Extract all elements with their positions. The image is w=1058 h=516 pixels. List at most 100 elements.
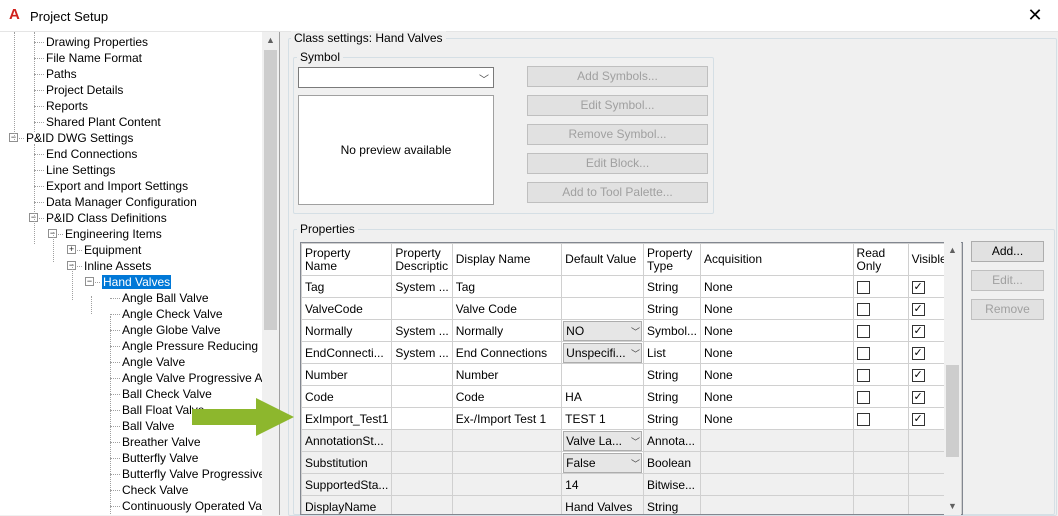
tree-item[interactable]: Shared Plant Content [46, 114, 161, 130]
grid-scroll-thumb[interactable] [946, 365, 959, 457]
cell-default[interactable] [561, 363, 644, 386]
cell-type[interactable]: String [642, 495, 702, 514]
tree-item[interactable]: P&ID Class Definitions [46, 210, 167, 226]
cell-default[interactable]: False ﹀ [561, 451, 644, 474]
column-header[interactable]: Acquisition [700, 243, 854, 276]
tree-item[interactable]: Project Details [46, 82, 123, 98]
cell-name[interactable]: AnnotationSt... [301, 429, 393, 452]
cell-display[interactable]: Ex-/Import Test 1 [451, 407, 563, 430]
tree-item[interactable]: Angle Check Valve [122, 306, 223, 322]
tree-item[interactable]: Continuously Operated Valve [122, 498, 277, 514]
checked-checkbox-icon[interactable]: ✓ [911, 390, 925, 404]
chevron-down-icon[interactable]: ﹀ [627, 455, 643, 473]
remove-symbol-button[interactable]: Remove Symbol... [527, 124, 708, 145]
cell-type[interactable]: String [642, 275, 702, 298]
tree-item[interactable]: Check Valve [122, 482, 188, 498]
scroll-down-icon[interactable]: ▼ [944, 498, 961, 515]
table-row[interactable]: AnnotationSt... Valve La... ﹀ Annota... [301, 429, 962, 452]
cell-name[interactable]: ExImport_Test1 [301, 407, 393, 430]
table-row[interactable]: Number Number String None ✓ [301, 363, 962, 386]
cell-default[interactable] [561, 297, 644, 320]
cell-read-only[interactable] [852, 385, 909, 408]
cell-default[interactable] [561, 275, 644, 298]
tree-item[interactable]: Butterfly Valve Progressive Ad [122, 466, 279, 482]
table-row[interactable]: SupportedSta... 14 Bitwise... [301, 473, 962, 496]
cell-name[interactable]: EndConnecti... [301, 341, 393, 364]
tree-item[interactable]: Drawing Properties [46, 34, 148, 50]
checked-checkbox-icon[interactable]: ✓ [911, 346, 925, 360]
column-header[interactable]: Read Only [852, 243, 909, 276]
cell-acq[interactable]: None [700, 385, 854, 408]
add-property-button[interactable]: Add... [971, 241, 1044, 262]
scroll-up-icon[interactable]: ▲ [262, 32, 279, 49]
cell-display[interactable]: Number [451, 363, 563, 386]
table-row[interactable]: Code Code HA String None ✓ [301, 385, 962, 408]
cell-display[interactable]: End Connections [451, 341, 563, 364]
cell-name[interactable]: Substitution [301, 451, 393, 474]
cell-acq[interactable]: None [700, 297, 854, 320]
table-row[interactable]: Substitution False ﹀ Boolean [301, 451, 962, 474]
table-row[interactable]: EndConnecti... System ... End Connections U… [301, 341, 962, 364]
tree-item[interactable]: Inline Assets [84, 258, 151, 274]
cell-read-only[interactable] [852, 319, 909, 342]
cell-display[interactable] [451, 495, 563, 514]
cell-name[interactable]: ValveCode [301, 297, 393, 320]
cell-desc[interactable] [391, 297, 453, 320]
tree-item[interactable]: Angle Valve [122, 354, 185, 370]
table-row[interactable]: DisplayName Hand Valves String [301, 495, 962, 514]
close-icon[interactable]: ✕ [1012, 0, 1058, 31]
cell-default[interactable]: Hand Valves [561, 495, 644, 514]
cell-type[interactable]: Bitwise... [642, 473, 702, 496]
tree-item[interactable]: Reports [46, 98, 88, 114]
cell-read-only[interactable] [852, 495, 909, 514]
symbol-dropdown[interactable]: ﹀ [298, 67, 494, 88]
tree-item[interactable]: Ball Valve [122, 418, 174, 434]
cell-desc[interactable]: System ... [391, 341, 453, 364]
cell-name[interactable]: Number [301, 363, 393, 386]
default-value-combo[interactable]: False ﹀ [563, 452, 643, 473]
cell-default[interactable]: 14 [561, 473, 644, 496]
cell-read-only[interactable] [852, 429, 909, 452]
cell-type[interactable]: List [642, 341, 702, 364]
default-value-combo[interactable]: Valve La... ﹀ [563, 430, 642, 451]
default-value-combo[interactable]: NO ﹀ [563, 320, 642, 341]
cell-name[interactable]: Code [301, 385, 393, 408]
tree-scrollbar[interactable]: ▲ [262, 32, 279, 515]
tree-item[interactable]: File Name Format [46, 50, 142, 66]
cell-type[interactable]: String [642, 407, 702, 430]
checked-checkbox-icon[interactable]: ✓ [911, 368, 925, 382]
checked-checkbox-icon[interactable]: ✓ [911, 412, 925, 426]
add-to-tool-palette-button[interactable]: Add to Tool Palette... [527, 182, 708, 203]
cell-default[interactable]: Valve La... ﹀ [561, 429, 644, 452]
tree-item[interactable]: Hand Valves [102, 274, 172, 290]
checkbox-icon[interactable] [856, 302, 870, 316]
table-row[interactable]: Normally System ... Normally NO ﹀ Symbol... No… [301, 319, 962, 342]
cell-desc[interactable] [391, 363, 453, 386]
cell-name[interactable]: SupportedSta... [301, 473, 393, 496]
cell-type[interactable]: Symbol... [642, 319, 702, 342]
cell-type[interactable]: Annota... [642, 429, 702, 452]
cell-acq[interactable]: None [700, 407, 854, 430]
cell-desc[interactable] [391, 451, 453, 474]
cell-acq[interactable] [700, 451, 854, 474]
cell-desc[interactable] [391, 495, 453, 514]
checked-checkbox-icon[interactable]: ✓ [911, 302, 925, 316]
cell-acq[interactable]: None [700, 275, 854, 298]
add-symbols-button[interactable]: Add Symbols... [527, 66, 708, 87]
cell-type[interactable]: Boolean [642, 451, 702, 474]
column-header[interactable]: Default Value [561, 243, 644, 276]
cell-acq[interactable] [700, 473, 854, 496]
cell-read-only[interactable] [852, 407, 909, 430]
checkbox-icon[interactable] [856, 324, 870, 338]
table-row[interactable]: ValveCode Valve Code String None ✓ [301, 297, 962, 320]
cell-display[interactable]: Normally [451, 319, 563, 342]
cell-desc[interactable] [391, 429, 453, 452]
tree-item[interactable]: Equipment [84, 242, 141, 258]
cell-read-only[interactable] [852, 451, 909, 474]
cell-desc[interactable] [391, 385, 453, 408]
column-header[interactable]: Property Descriptic [391, 243, 453, 276]
table-row[interactable]: Tag System ... Tag String None ✓ [301, 275, 962, 298]
checkbox-icon[interactable] [856, 412, 870, 426]
cell-acq[interactable]: None [700, 341, 854, 364]
tree-item[interactable]: Angle Globe Valve [122, 322, 221, 338]
